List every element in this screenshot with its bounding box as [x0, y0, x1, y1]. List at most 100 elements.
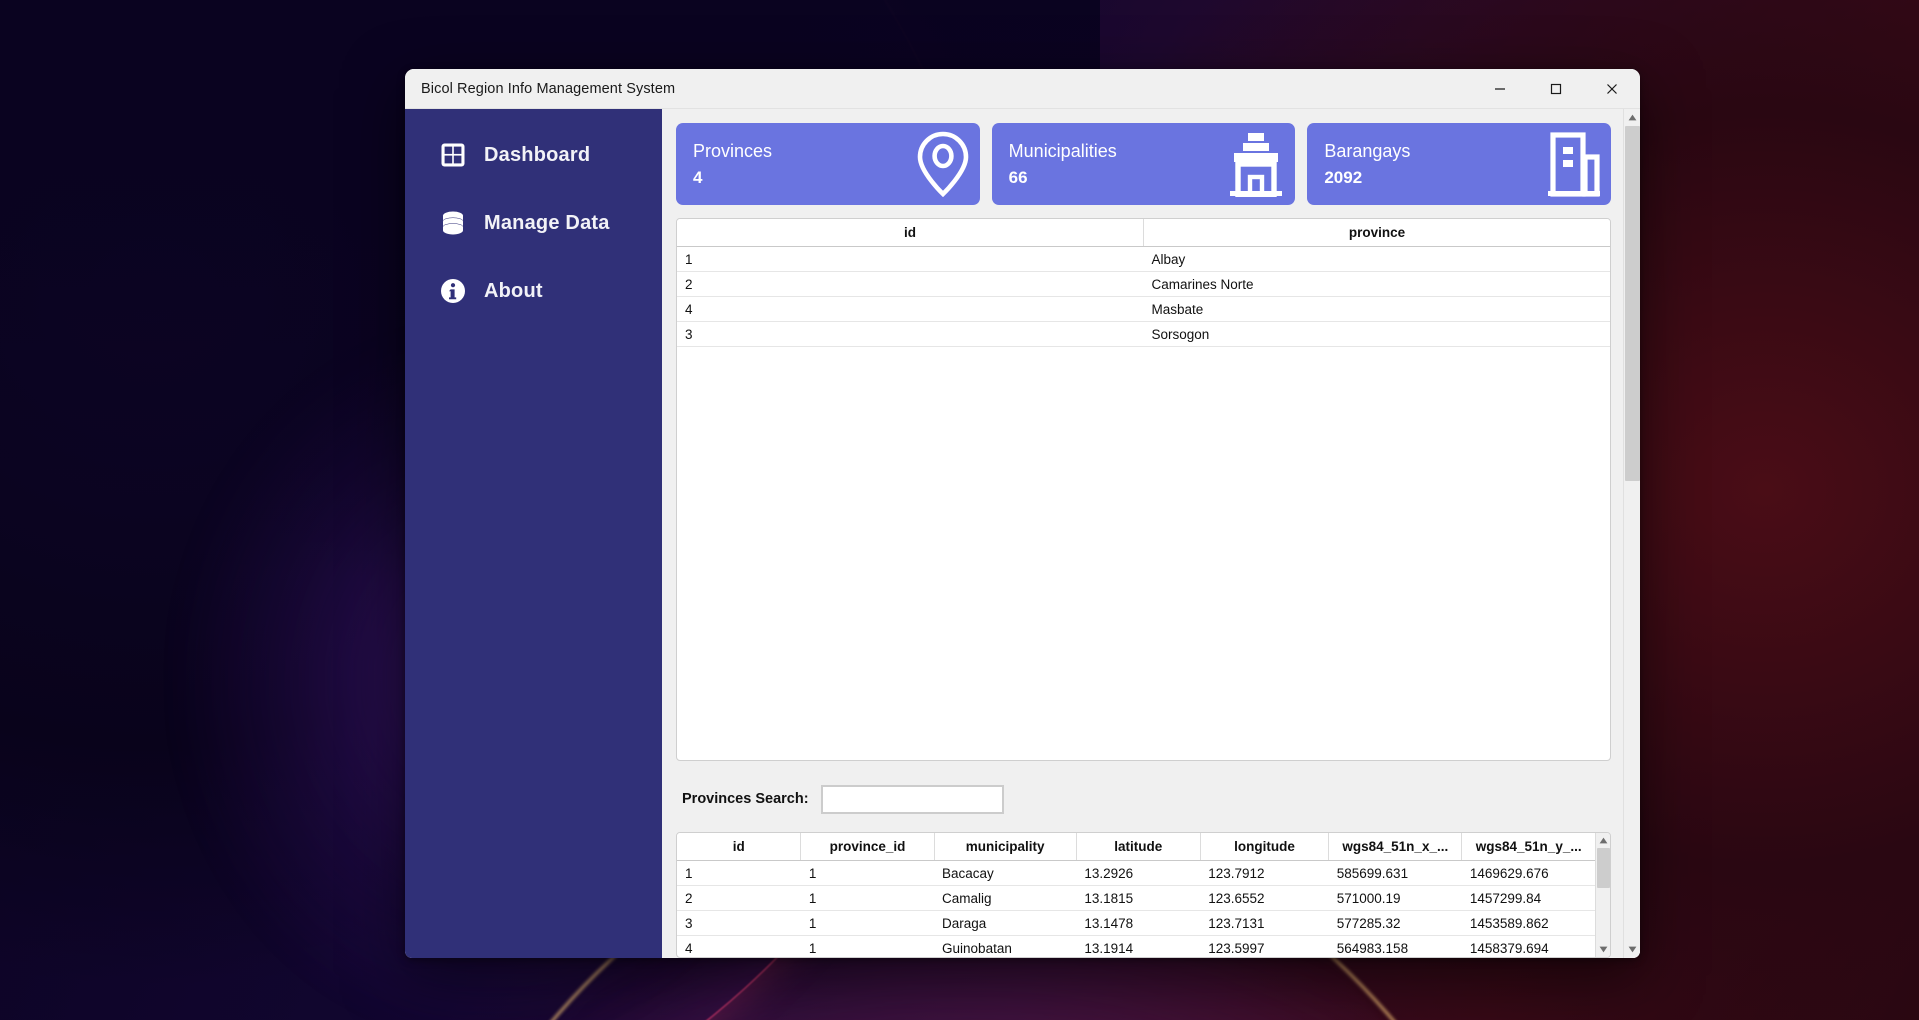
column-header-province[interactable]: province: [1143, 219, 1610, 247]
stat-card-barangays[interactable]: Barangays 2092: [1307, 123, 1612, 205]
column-header-id[interactable]: id: [677, 219, 1144, 247]
city-hall-icon: [1225, 131, 1287, 197]
close-icon: [1607, 84, 1617, 94]
column-header-province-id[interactable]: province_id: [800, 833, 935, 861]
provinces-table-head: id province: [677, 219, 1610, 247]
table-row[interactable]: 4 Masbate: [677, 296, 1610, 322]
stat-card-text: Provinces 4: [693, 142, 772, 186]
cell-province: Camarines Norte: [1143, 271, 1610, 297]
cell-municipality: Daraga: [934, 910, 1077, 936]
stat-card-label: Barangays: [1324, 141, 1411, 161]
application-window: Bicol Region Info Management System Dash…: [405, 69, 1640, 958]
window-title-bar[interactable]: Bicol Region Info Management System: [405, 69, 1640, 109]
database-icon: [439, 209, 467, 237]
window-controls: [1472, 69, 1640, 108]
window-title-text: Bicol Region Info Management System: [421, 80, 676, 97]
sidebar-item-about[interactable]: About: [405, 271, 662, 311]
municipalities-table-panel: id province_id municipality latitude lon…: [676, 832, 1611, 958]
column-header-longitude[interactable]: longitude: [1200, 833, 1330, 861]
table-row[interactable]: 1 Albay: [677, 246, 1610, 272]
municipalities-header-row: id province_id municipality latitude lon…: [677, 833, 1595, 861]
table-row[interactable]: 1 1 Bacacay 13.2926 123.7912 585699.631 …: [677, 860, 1595, 886]
cell-id: 4: [677, 296, 1144, 322]
cell-id: 1: [677, 860, 801, 886]
desktop-background: Bicol Region Info Management System Dash…: [0, 0, 1919, 1020]
window-scroll-up-arrow-icon[interactable]: [1624, 109, 1641, 126]
cell-wgs84-y: 1453589.862: [1461, 910, 1595, 936]
stat-card-value: 4: [693, 168, 703, 187]
window-scroll-thumb[interactable]: [1624, 126, 1640, 481]
provinces-table-panel: id province 1 Albay 2 Camarines Norte 4 …: [676, 218, 1611, 761]
cell-wgs84-y: 1458379.694: [1461, 935, 1595, 957]
cell-wgs84-x: 577285.32: [1328, 910, 1462, 936]
map-pin-icon: [914, 131, 972, 197]
close-button[interactable]: [1584, 69, 1640, 109]
stat-card-label: Provinces: [693, 141, 773, 161]
sidebar-item-dashboard[interactable]: Dashboard: [405, 135, 662, 175]
maximize-icon: [1550, 83, 1562, 95]
provinces-search-input[interactable]: [820, 784, 1004, 814]
window-scroll-down-arrow-icon[interactable]: [1624, 941, 1641, 958]
provinces-search-label: Provinces Search:: [682, 791, 809, 807]
cell-longitude: 123.7912: [1200, 860, 1329, 886]
provinces-search-row: Provinces Search:: [676, 779, 1611, 819]
provinces-table-body: 1 Albay 2 Camarines Norte 4 Masbate 3 So…: [677, 246, 1610, 347]
scroll-up-arrow-icon[interactable]: [1596, 833, 1611, 848]
cell-municipality: Camalig: [934, 885, 1077, 911]
cell-longitude: 123.7131: [1200, 910, 1329, 936]
stat-card-text: Municipalities 66: [1009, 142, 1117, 186]
cell-wgs84-x: 585699.631: [1328, 860, 1462, 886]
table-row[interactable]: 2 Camarines Norte: [677, 271, 1610, 297]
municipalities-table: id province_id municipality latitude lon…: [677, 833, 1595, 957]
window-scroll-track[interactable]: [1624, 126, 1641, 941]
column-header-wgs84-y[interactable]: wgs84_51n_y_...: [1461, 833, 1595, 861]
municipalities-scroll-track[interactable]: [1596, 848, 1611, 942]
stat-card-municipalities[interactable]: Municipalities 66: [991, 123, 1296, 205]
stat-card-text: Barangays 2092: [1324, 142, 1410, 186]
municipalities-scrollbar[interactable]: [1595, 833, 1610, 957]
cell-province-id: 1: [800, 885, 935, 911]
cell-wgs84-y: 1469629.676: [1461, 860, 1595, 886]
column-header-id[interactable]: id: [677, 833, 802, 861]
cell-province: Sorsogon: [1143, 321, 1610, 347]
sidebar-item-manage-data[interactable]: Manage Data: [405, 203, 662, 243]
cell-municipality: Bacacay: [934, 860, 1077, 886]
cell-longitude: 123.5997: [1200, 935, 1329, 957]
sidebar-navigation: Dashboard Manage Data About: [405, 109, 662, 958]
sidebar-item-label: Manage Data: [484, 211, 610, 234]
municipalities-table-head: id province_id municipality latitude lon…: [677, 833, 1595, 861]
window-vertical-scrollbar[interactable]: [1623, 109, 1640, 958]
column-header-wgs84-x[interactable]: wgs84_51n_x_...: [1328, 833, 1463, 861]
content-inner: Provinces 4 Municipalities 66 Barangays …: [662, 109, 1623, 958]
cell-id: 3: [677, 321, 1144, 347]
table-row[interactable]: 4 1 Guinobatan 13.1914 123.5997 564983.1…: [677, 935, 1595, 957]
table-row[interactable]: 3 Sorsogon: [677, 321, 1610, 347]
minimize-button[interactable]: [1472, 69, 1528, 109]
municipalities-scroll-thumb[interactable]: [1596, 848, 1610, 888]
maximize-button[interactable]: [1528, 69, 1584, 109]
sidebar-item-label: About: [484, 279, 543, 302]
scroll-down-arrow-icon[interactable]: [1596, 942, 1611, 957]
table-row[interactable]: 3 1 Daraga 13.1478 123.7131 577285.32 14…: [677, 910, 1595, 936]
cell-province-id: 1: [800, 935, 935, 957]
cell-latitude: 13.1478: [1076, 910, 1201, 936]
minimize-icon: [1495, 88, 1505, 90]
cell-province-id: 1: [800, 910, 935, 936]
cell-province: Albay: [1143, 246, 1610, 272]
window-body: Dashboard Manage Data About Provinces 4 …: [405, 109, 1640, 958]
municipalities-scroll-viewport: id province_id municipality latitude lon…: [677, 833, 1595, 957]
content-area: Provinces 4 Municipalities 66 Barangays …: [662, 109, 1640, 958]
stat-card-provinces[interactable]: Provinces 4: [676, 123, 980, 205]
column-header-municipality[interactable]: municipality: [934, 833, 1077, 861]
cell-id: 4: [677, 935, 801, 957]
column-header-latitude[interactable]: latitude: [1076, 833, 1201, 861]
info-circle-icon: [439, 277, 467, 305]
table-row[interactable]: 2 1 Camalig 13.1815 123.6552 571000.19 1…: [677, 885, 1595, 911]
cell-wgs84-x: 564983.158: [1328, 935, 1462, 957]
stat-card-label: Municipalities: [1008, 141, 1117, 161]
cell-province: Masbate: [1143, 296, 1610, 322]
cell-municipality: Guinobatan: [934, 935, 1077, 957]
municipalities-table-body: 1 1 Bacacay 13.2926 123.7912 585699.631 …: [677, 860, 1595, 957]
cell-id: 2: [677, 271, 1144, 297]
cell-id: 2: [677, 885, 801, 911]
